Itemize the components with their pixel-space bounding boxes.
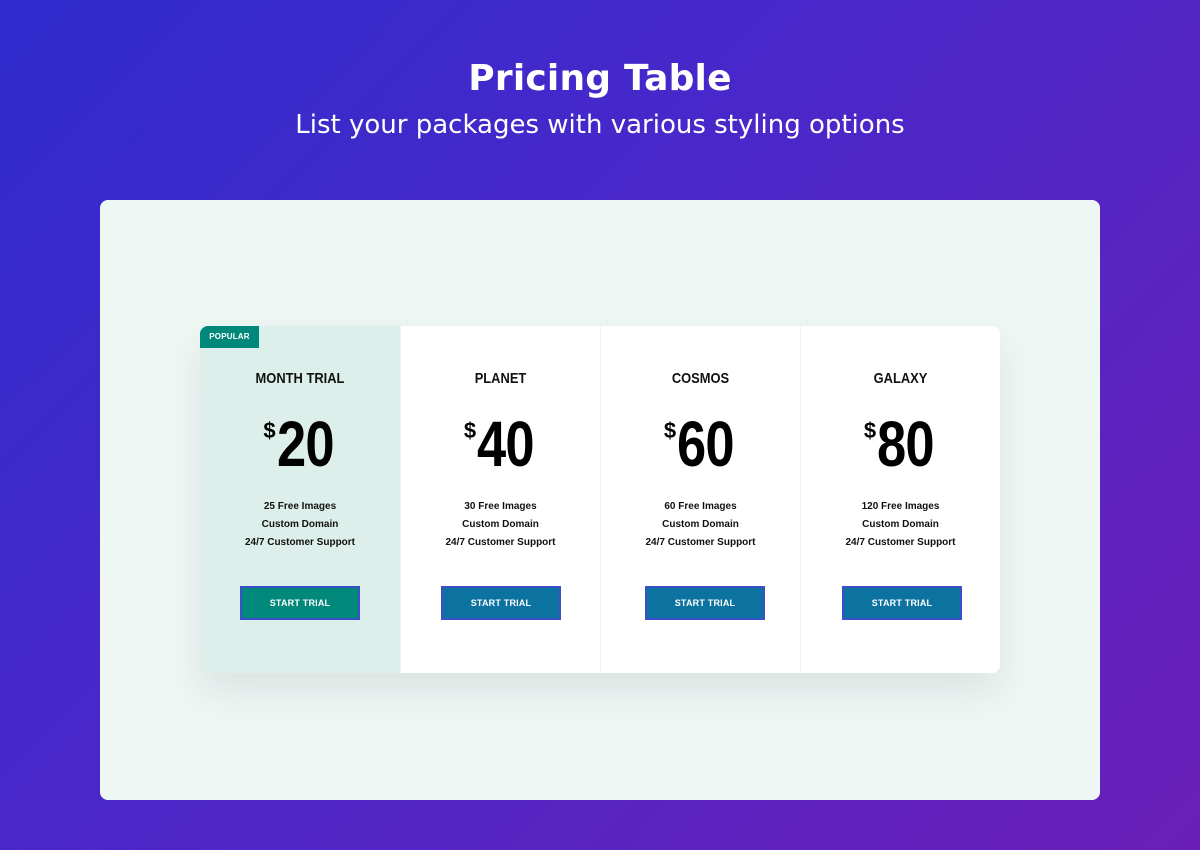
plan-name: GALAXY — [873, 370, 928, 387]
currency-symbol: $ — [463, 418, 477, 443]
feature-item: 30 Free Images — [464, 501, 537, 512]
currency-symbol: $ — [663, 418, 677, 443]
page-subtitle: List your packages with various styling … — [295, 110, 905, 140]
popular-badge: POPULAR — [200, 326, 259, 348]
feature-list: 30 Free Images Custom Domain 24/7 Custom… — [401, 498, 600, 552]
preview-canvas: POPULAR MONTH TRIAL $ 20 25 Free Images … — [100, 200, 1100, 800]
start-trial-button[interactable]: START TRIAL — [441, 586, 561, 620]
plan-name: MONTH TRIAL — [255, 370, 345, 387]
price-amount: 60 — [677, 408, 735, 480]
feature-list: 25 Free Images Custom Domain 24/7 Custom… — [200, 498, 400, 552]
plan-card-month-trial: POPULAR MONTH TRIAL $ 20 25 Free Images … — [200, 326, 400, 673]
pricing-table: POPULAR MONTH TRIAL $ 20 25 Free Images … — [200, 326, 1000, 673]
plan-card-galaxy: GALAXY $ 80 120 Free Images Custom Domai… — [800, 326, 1000, 673]
price-amount: 40 — [477, 408, 535, 480]
plan-name: COSMOS — [671, 370, 730, 387]
price-amount: 20 — [276, 408, 335, 480]
start-trial-button[interactable]: START TRIAL — [842, 586, 962, 620]
plan-price: $ 60 — [601, 412, 800, 476]
feature-item: 24/7 Customer Support — [445, 537, 556, 548]
plan-price: $ 20 — [200, 412, 400, 476]
plan-card-planet: PLANET $ 40 30 Free Images Custom Domain… — [400, 326, 600, 673]
feature-item: 24/7 Customer Support — [244, 537, 356, 548]
feature-item: 25 Free Images — [263, 501, 337, 512]
plan-card-cosmos: COSMOS $ 60 60 Free Images Custom Domain… — [600, 326, 800, 673]
feature-list: 60 Free Images Custom Domain 24/7 Custom… — [601, 498, 800, 552]
plan-name: PLANET — [474, 370, 527, 387]
page-title: Pricing Table — [468, 58, 732, 99]
feature-item: Custom Domain — [662, 519, 739, 530]
start-trial-button[interactable]: START TRIAL — [645, 586, 765, 620]
feature-item: 24/7 Customer Support — [845, 537, 956, 548]
start-trial-button[interactable]: START TRIAL — [240, 586, 360, 620]
feature-item: Custom Domain — [862, 519, 939, 530]
feature-item: 120 Free Images — [861, 501, 940, 512]
feature-item: 60 Free Images — [664, 501, 737, 512]
price-amount: 80 — [877, 408, 935, 480]
currency-symbol: $ — [263, 418, 276, 443]
plan-price: $ 80 — [801, 412, 1000, 476]
currency-symbol: $ — [863, 418, 877, 443]
feature-list: 120 Free Images Custom Domain 24/7 Custo… — [801, 498, 1000, 552]
feature-item: Custom Domain — [261, 519, 339, 530]
feature-item: Custom Domain — [462, 519, 539, 530]
feature-item: 24/7 Customer Support — [645, 537, 756, 548]
plan-price: $ 40 — [401, 412, 600, 476]
